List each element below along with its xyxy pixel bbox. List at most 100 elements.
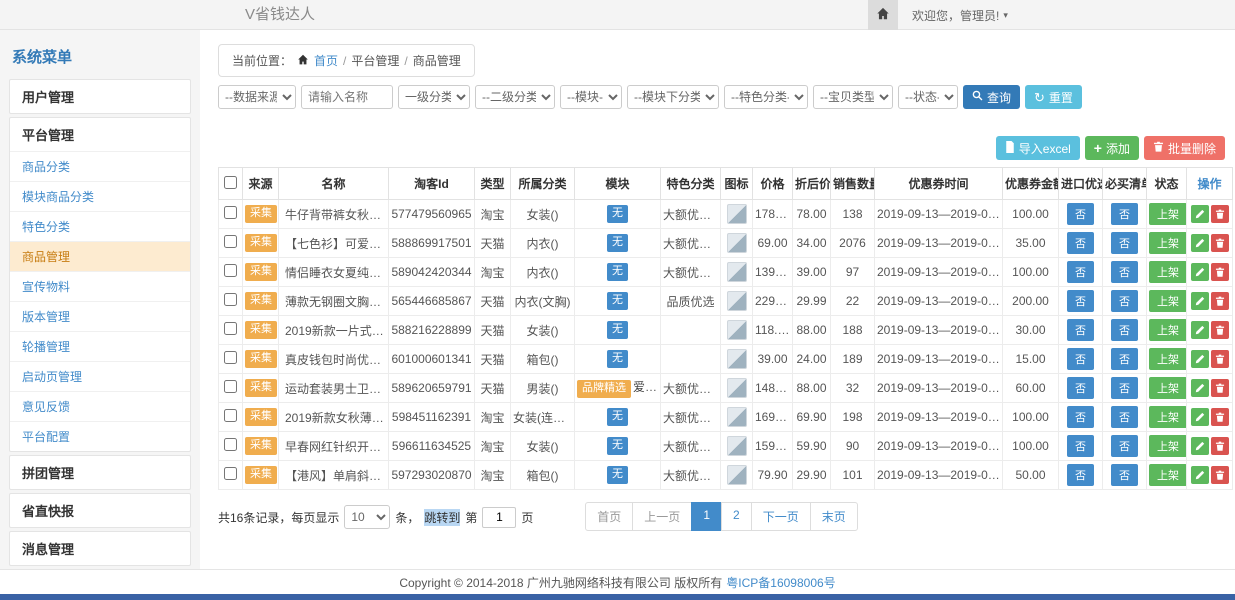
sidebar-subitem-1-1[interactable]: 模块商品分类 [10, 181, 190, 211]
row-checkbox[interactable] [224, 235, 237, 248]
must-buy-toggle-button[interactable]: 否 [1111, 464, 1138, 486]
status-button[interactable]: 上架 [1149, 406, 1187, 428]
search-button[interactable]: 查询 [963, 85, 1020, 109]
sidebar-item-2[interactable]: 拼团管理 [10, 456, 190, 489]
pager-button-3[interactable]: 2 [721, 502, 752, 531]
sidebar-subitem-1-2[interactable]: 特色分类 [10, 211, 190, 241]
pager-button-0[interactable]: 首页 [585, 502, 633, 531]
row-checkbox[interactable] [224, 264, 237, 277]
must-buy-toggle-button[interactable]: 否 [1111, 203, 1138, 225]
must-buy-toggle-button[interactable]: 否 [1111, 435, 1138, 457]
edit-button[interactable] [1191, 321, 1209, 339]
edit-button[interactable] [1191, 263, 1209, 281]
edit-button[interactable] [1191, 292, 1209, 310]
pager-button-1[interactable]: 上一页 [632, 502, 692, 531]
imported-toggle-button[interactable]: 否 [1067, 377, 1094, 399]
row-checkbox[interactable] [224, 206, 237, 219]
reset-button[interactable]: ↻ 重置 [1025, 85, 1082, 109]
row-checkbox[interactable] [224, 467, 237, 480]
status-button[interactable]: 上架 [1149, 232, 1187, 254]
must-buy-toggle-button[interactable]: 否 [1111, 406, 1138, 428]
delete-button[interactable] [1211, 437, 1229, 455]
delete-button[interactable] [1211, 466, 1229, 484]
sidebar-subitem-1-9[interactable]: 平台配置 [10, 421, 190, 451]
select-all-checkbox[interactable] [224, 176, 237, 189]
delete-button[interactable] [1211, 263, 1229, 281]
imported-toggle-button[interactable]: 否 [1067, 290, 1094, 312]
must-buy-toggle-button[interactable]: 否 [1111, 290, 1138, 312]
per-page-select[interactable]: 10 [344, 505, 390, 529]
filter-select-3[interactable]: --二级分类-- [475, 85, 555, 109]
row-checkbox[interactable] [224, 409, 237, 422]
status-button[interactable]: 上架 [1149, 319, 1187, 341]
name-search-input[interactable] [301, 85, 393, 109]
page-number-input[interactable] [482, 507, 516, 528]
imported-toggle-button[interactable]: 否 [1067, 348, 1094, 370]
delete-button[interactable] [1211, 292, 1229, 310]
imported-toggle-button[interactable]: 否 [1067, 232, 1094, 254]
imported-toggle-button[interactable]: 否 [1067, 203, 1094, 225]
add-button[interactable]: + 添加 [1085, 136, 1139, 160]
edit-button[interactable] [1191, 234, 1209, 252]
icp-link[interactable]: 粤ICP备16098006号 [726, 574, 835, 591]
filter-select-5[interactable]: --模块下分类-- [627, 85, 719, 109]
row-checkbox[interactable] [224, 380, 237, 393]
edit-button[interactable] [1191, 205, 1209, 223]
filter-select-0[interactable]: --数据来源-- [218, 85, 296, 109]
sidebar-item-4[interactable]: 消息管理 [10, 532, 190, 565]
sidebar-item-0[interactable]: 用户管理 [10, 80, 190, 113]
row-checkbox[interactable] [224, 322, 237, 335]
home-button[interactable] [868, 0, 898, 30]
filter-select-8[interactable]: --状态-- [898, 85, 958, 109]
edit-button[interactable] [1191, 379, 1209, 397]
sidebar-subitem-1-8[interactable]: 意见反馈 [10, 391, 190, 421]
edit-button[interactable] [1191, 408, 1209, 426]
import-excel-button[interactable]: 导入excel [996, 136, 1080, 160]
must-buy-toggle-button[interactable]: 否 [1111, 319, 1138, 341]
edit-button[interactable] [1191, 466, 1209, 484]
imported-toggle-button[interactable]: 否 [1067, 406, 1094, 428]
delete-button[interactable] [1211, 408, 1229, 426]
pager-button-4[interactable]: 下一页 [751, 502, 811, 531]
status-button[interactable]: 上架 [1149, 290, 1187, 312]
row-checkbox[interactable] [224, 351, 237, 364]
delete-button[interactable] [1211, 321, 1229, 339]
must-buy-toggle-button[interactable]: 否 [1111, 348, 1138, 370]
filter-select-6[interactable]: --特色分类-- [724, 85, 808, 109]
status-button[interactable]: 上架 [1149, 203, 1187, 225]
row-checkbox[interactable] [224, 438, 237, 451]
delete-button[interactable] [1211, 379, 1229, 397]
pager-button-2[interactable]: 1 [691, 502, 722, 531]
sidebar-item-1[interactable]: 平台管理 [10, 118, 190, 151]
row-checkbox[interactable] [224, 293, 237, 306]
sidebar-subitem-1-3[interactable]: 商品管理 [10, 241, 190, 271]
user-menu[interactable]: 欢迎您，管理员! ▾ [912, 7, 1008, 24]
must-buy-toggle-button[interactable]: 否 [1111, 377, 1138, 399]
delete-button[interactable] [1211, 234, 1229, 252]
sidebar-subitem-1-4[interactable]: 宣传物料 [10, 271, 190, 301]
sidebar-subitem-1-0[interactable]: 商品分类 [10, 151, 190, 181]
sidebar-subitem-1-5[interactable]: 版本管理 [10, 301, 190, 331]
must-buy-toggle-button[interactable]: 否 [1111, 232, 1138, 254]
imported-toggle-button[interactable]: 否 [1067, 464, 1094, 486]
imported-toggle-button[interactable]: 否 [1067, 261, 1094, 283]
imported-toggle-button[interactable]: 否 [1067, 435, 1094, 457]
status-button[interactable]: 上架 [1149, 435, 1187, 457]
batch-delete-button[interactable]: 批量删除 [1144, 136, 1225, 160]
breadcrumb-home-link[interactable]: 首页 [314, 52, 338, 69]
filter-select-2[interactable]: 一级分类 [398, 85, 470, 109]
imported-toggle-button[interactable]: 否 [1067, 319, 1094, 341]
must-buy-toggle-button[interactable]: 否 [1111, 261, 1138, 283]
delete-button[interactable] [1211, 350, 1229, 368]
sidebar-subitem-1-6[interactable]: 轮播管理 [10, 331, 190, 361]
filter-select-4[interactable]: --模块-- [560, 85, 622, 109]
pager-button-5[interactable]: 末页 [810, 502, 858, 531]
filter-select-7[interactable]: --宝贝类型-- [813, 85, 893, 109]
status-button[interactable]: 上架 [1149, 261, 1187, 283]
status-button[interactable]: 上架 [1149, 348, 1187, 370]
edit-button[interactable] [1191, 350, 1209, 368]
status-button[interactable]: 上架 [1149, 464, 1187, 486]
edit-button[interactable] [1191, 437, 1209, 455]
sidebar-item-3[interactable]: 省直快报 [10, 494, 190, 527]
delete-button[interactable] [1211, 205, 1229, 223]
